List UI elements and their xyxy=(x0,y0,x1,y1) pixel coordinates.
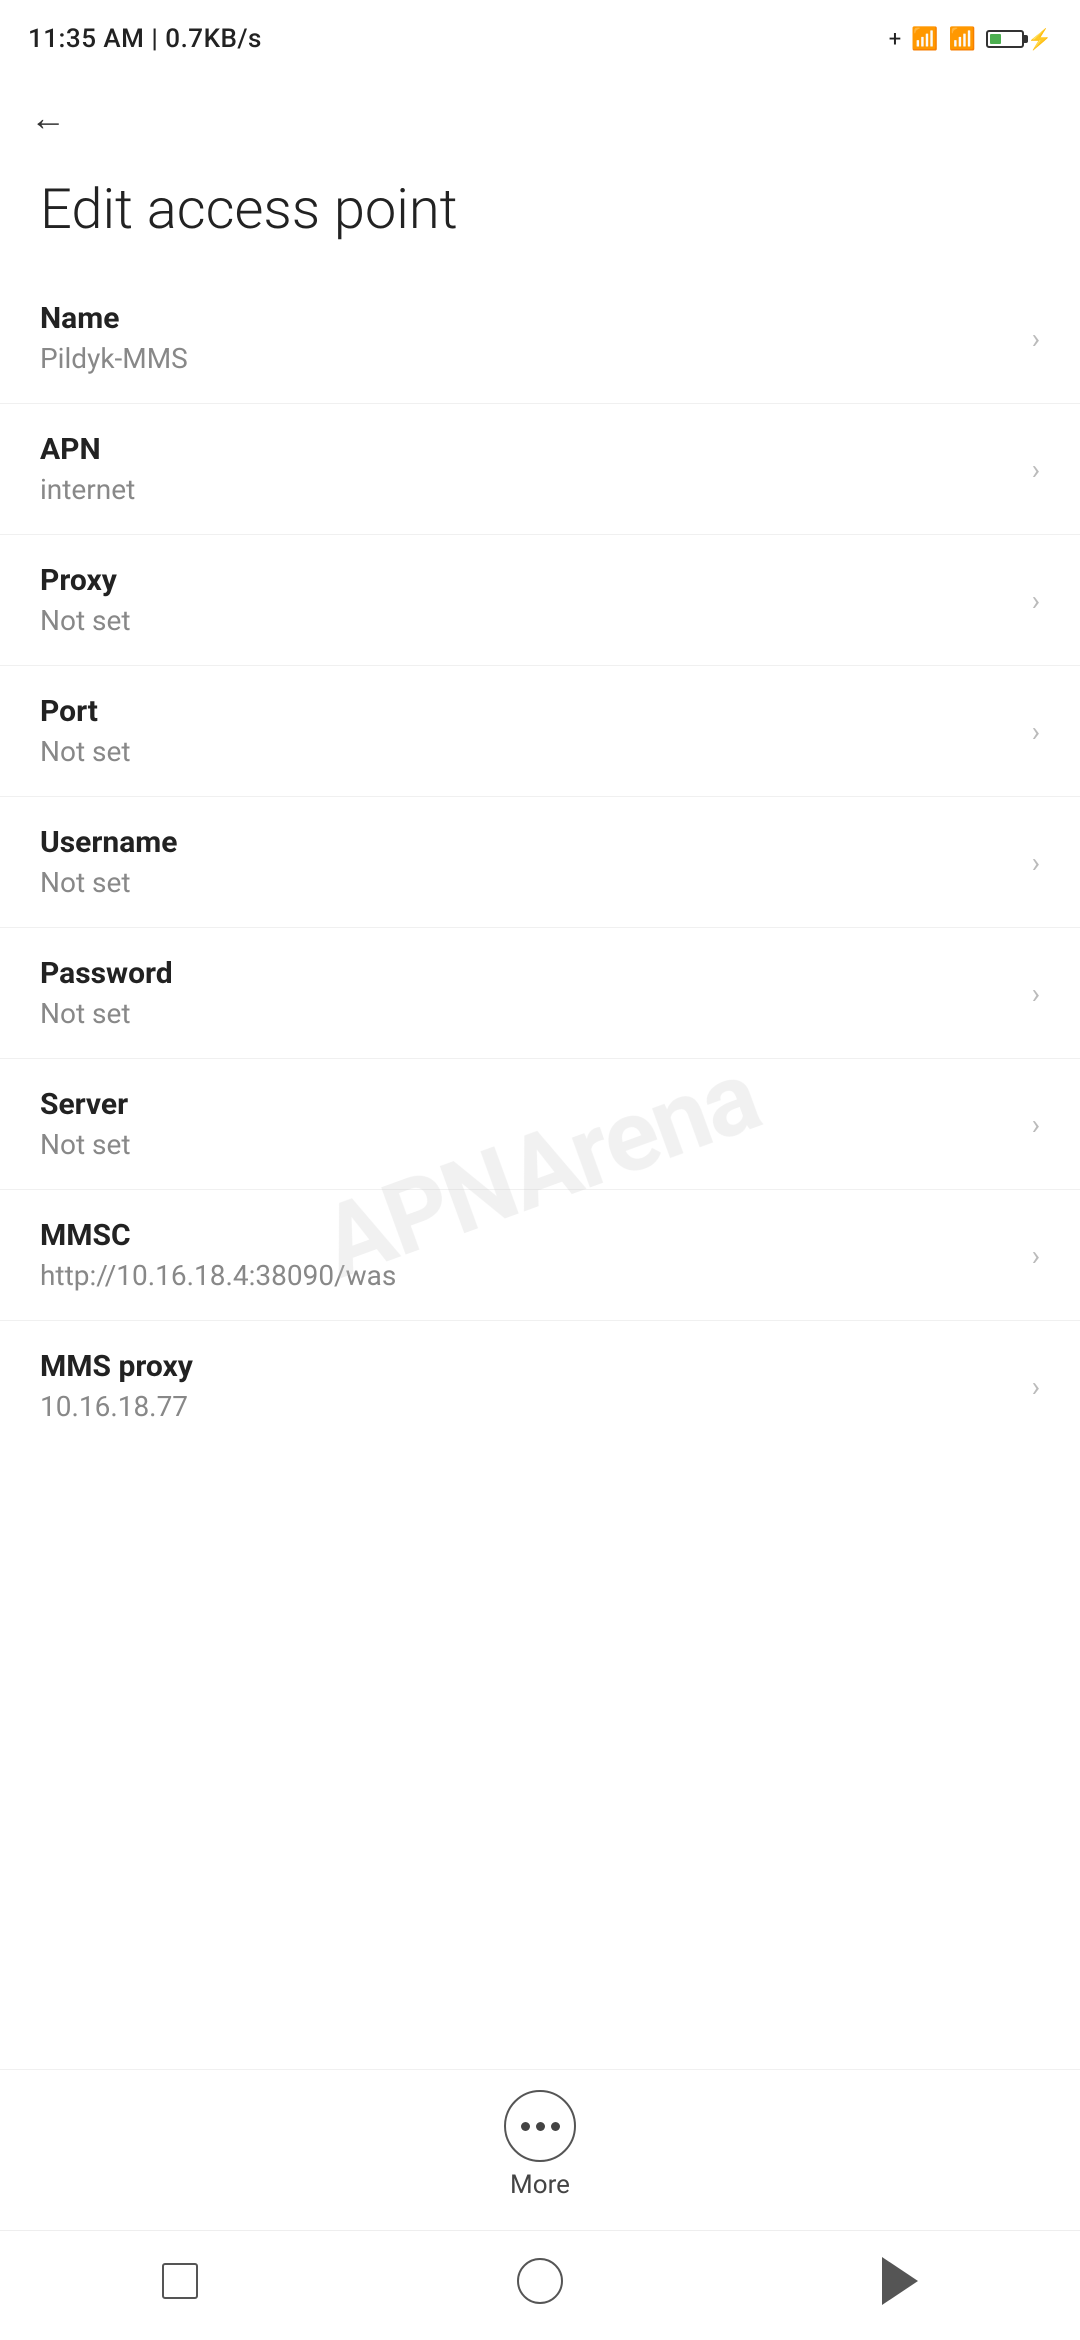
settings-item-server-content: Server Not set xyxy=(40,1087,1016,1161)
settings-item-apn[interactable]: APN internet › xyxy=(0,404,1080,535)
settings-label-mms-proxy: MMS proxy xyxy=(40,1349,1016,1384)
home-icon xyxy=(517,2258,563,2304)
settings-label-name: Name xyxy=(40,301,1016,336)
settings-value-username: Not set xyxy=(40,866,1016,899)
settings-item-mmsc-content: MMSC http://10.16.18.4:38090/was xyxy=(40,1218,1016,1292)
back-icon xyxy=(882,2257,918,2305)
settings-item-proxy[interactable]: Proxy Not set › xyxy=(0,535,1080,666)
settings-value-name: Pildyk-MMS xyxy=(40,342,1016,375)
settings-item-password[interactable]: Password Not set › xyxy=(0,928,1080,1059)
settings-item-proxy-content: Proxy Not set xyxy=(40,563,1016,637)
chevron-right-icon-mmsc: › xyxy=(1032,1239,1040,1272)
chevron-right-icon-proxy: › xyxy=(1032,584,1040,617)
nav-back-button[interactable] xyxy=(860,2251,940,2311)
more-dots-icon xyxy=(521,2122,560,2131)
settings-label-password: Password xyxy=(40,956,1016,991)
wifi-icon: 📶 xyxy=(949,27,976,52)
settings-item-name-content: Name Pildyk-MMS xyxy=(40,301,1016,375)
chevron-right-icon-password: › xyxy=(1032,977,1040,1010)
nav-bar xyxy=(0,2230,1080,2340)
settings-item-mms-proxy-content: MMS proxy 10.16.18.77 xyxy=(40,1349,1016,1423)
settings-label-port: Port xyxy=(40,694,1016,729)
settings-item-port[interactable]: Port Not set › xyxy=(0,666,1080,797)
nav-home-button[interactable] xyxy=(500,2251,580,2311)
bluetooth-icon: + xyxy=(889,27,901,52)
settings-value-password: Not set xyxy=(40,997,1016,1030)
settings-item-username[interactable]: Username Not set › xyxy=(0,797,1080,928)
settings-value-mmsc: http://10.16.18.4:38090/was xyxy=(40,1259,1016,1292)
bolt-icon: ⚡ xyxy=(1027,27,1052,51)
settings-item-mmsc[interactable]: MMSC http://10.16.18.4:38090/was › xyxy=(0,1190,1080,1321)
back-arrow-icon: ← xyxy=(30,97,66,139)
battery-fill xyxy=(990,34,1001,44)
more-dot-2 xyxy=(536,2122,545,2131)
settings-label-proxy: Proxy xyxy=(40,563,1016,598)
settings-value-mms-proxy: 10.16.18.77 xyxy=(40,1390,1016,1423)
nav-recents-button[interactable] xyxy=(140,2251,220,2311)
battery: ⚡ xyxy=(986,27,1052,51)
settings-item-apn-content: APN internet xyxy=(40,432,1016,506)
settings-label-server: Server xyxy=(40,1087,1016,1122)
back-button[interactable]: ← xyxy=(20,90,76,146)
chevron-right-icon-mms-proxy: › xyxy=(1032,1370,1040,1403)
page-title-section: Edit access point xyxy=(0,156,1080,273)
settings-list: Name Pildyk-MMS › APN internet › Proxy N… xyxy=(0,273,1080,2069)
battery-box xyxy=(986,30,1024,48)
chevron-right-icon-server: › xyxy=(1032,1108,1040,1141)
more-label: More xyxy=(510,2170,570,2200)
settings-label-apn: APN xyxy=(40,432,1016,467)
more-button[interactable] xyxy=(504,2090,576,2162)
status-time: 11:35 AM | 0.7KB/s xyxy=(28,24,262,54)
settings-value-proxy: Not set xyxy=(40,604,1016,637)
page-title: Edit access point xyxy=(40,176,458,242)
settings-item-server[interactable]: Server Not set › xyxy=(0,1059,1080,1190)
more-dot-1 xyxy=(521,2122,530,2131)
settings-label-mmsc: MMSC xyxy=(40,1218,1016,1253)
settings-value-apn: internet xyxy=(40,473,1016,506)
settings-item-name[interactable]: Name Pildyk-MMS › xyxy=(0,273,1080,404)
settings-item-mms-proxy[interactable]: MMS proxy 10.16.18.77 › xyxy=(0,1321,1080,1451)
settings-label-username: Username xyxy=(40,825,1016,860)
settings-item-port-content: Port Not set xyxy=(40,694,1016,768)
more-dot-3 xyxy=(551,2122,560,2131)
recents-icon xyxy=(162,2263,198,2299)
chevron-right-icon-port: › xyxy=(1032,715,1040,748)
status-icons: + 📶 📶 ⚡ xyxy=(889,27,1052,52)
chevron-right-icon-username: › xyxy=(1032,846,1040,879)
chevron-right-icon-apn: › xyxy=(1032,453,1040,486)
signal-icons: 📶 xyxy=(911,27,938,52)
settings-value-server: Not set xyxy=(40,1128,1016,1161)
chevron-right-icon-name: › xyxy=(1032,322,1040,355)
settings-value-port: Not set xyxy=(40,735,1016,768)
status-bar: 11:35 AM | 0.7KB/s + 📶 📶 ⚡ xyxy=(0,0,1080,70)
toolbar: ← xyxy=(0,70,1080,156)
settings-item-username-content: Username Not set xyxy=(40,825,1016,899)
settings-item-password-content: Password Not set xyxy=(40,956,1016,1030)
more-section: More xyxy=(0,2069,1080,2230)
